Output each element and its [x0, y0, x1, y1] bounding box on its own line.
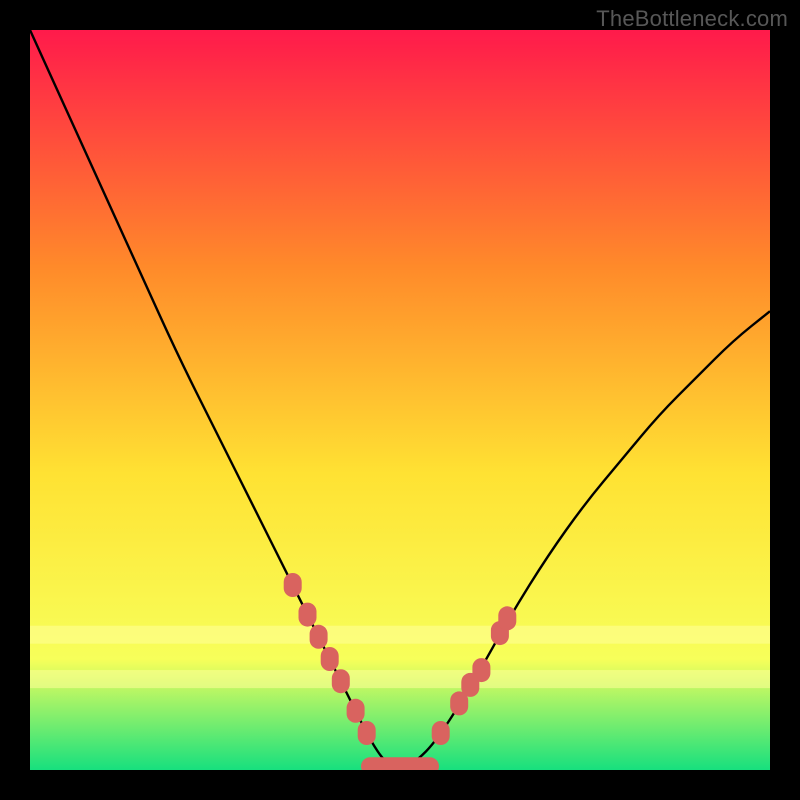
marker-point [299, 603, 317, 627]
marker-point [347, 699, 365, 723]
watermark-text: TheBottleneck.com [596, 6, 788, 32]
chart-container: TheBottleneck.com [0, 0, 800, 800]
marker-point [361, 757, 439, 770]
plot-area [30, 30, 770, 770]
marker-point [472, 658, 490, 682]
marker-point [310, 625, 328, 649]
marker-point [284, 573, 302, 597]
chart-svg [30, 30, 770, 770]
marker-point [498, 606, 516, 630]
marker-point [358, 721, 376, 745]
marker-point [321, 647, 339, 671]
marker-point [432, 721, 450, 745]
gradient-background [30, 30, 770, 770]
marker-point [332, 669, 350, 693]
